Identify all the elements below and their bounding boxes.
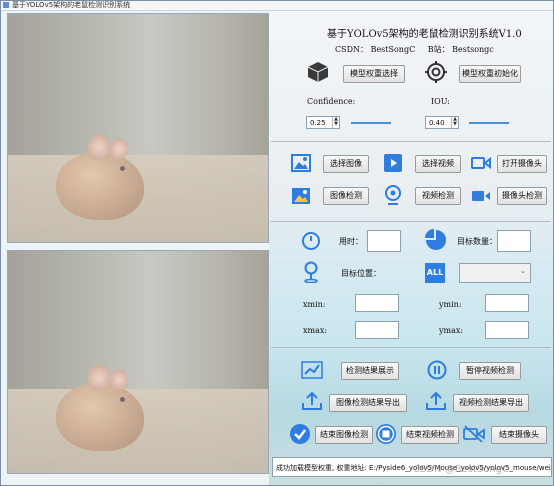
input-section — [271, 141, 551, 222]
video-camera-icon — [472, 191, 490, 201]
time-label: 用时： — [339, 237, 363, 246]
image-detect-icon — [292, 188, 310, 204]
count-field — [497, 230, 531, 252]
upload-icon — [426, 391, 446, 410]
export-image-results-button[interactable]: 图像检测结果导出 — [329, 394, 407, 412]
xmin-field — [355, 294, 399, 312]
show-results-button[interactable]: 检测结果展示 — [341, 362, 399, 380]
video-detect-button[interactable]: 视频检测 — [415, 187, 461, 205]
camera-detect-button[interactable]: 摄像头检测 — [497, 187, 547, 205]
chevron-down-icon: ⌄ — [520, 267, 526, 275]
settings-target-icon — [425, 61, 447, 83]
bilibili-value: Bestsongc — [452, 45, 494, 54]
spin-arrows[interactable]: ▲ ▼ — [451, 117, 458, 128]
result-image — [8, 251, 268, 473]
app-window: 基于YOLOv5架构的老鼠检测识别系统 基于YOLOv5架构的老鼠检测识别系统V… — [0, 0, 554, 486]
original-image — [8, 14, 268, 242]
ymax-label: ymax: — [439, 326, 464, 335]
status-bar: 成功加载模型权重, 权重地址: E:/Pyside6_yolov5/Mouse_… — [272, 457, 552, 477]
xmin-label: xmin: — [303, 300, 326, 309]
pie-chart-icon — [425, 229, 446, 250]
confidence-value: 0.25 — [310, 119, 326, 127]
camera-icon — [471, 156, 491, 170]
target-select[interactable]: ⌄ — [459, 263, 531, 283]
count-label: 目标数量： — [457, 237, 497, 246]
ymax-field — [485, 321, 529, 339]
ymin-label: ymin: — [439, 300, 462, 309]
iou-slider[interactable] — [469, 122, 509, 124]
bilibili-label: B站： — [427, 45, 450, 54]
stop-icon — [376, 424, 396, 444]
upload-icon — [302, 391, 322, 410]
select-image-button[interactable]: 选择图像 — [323, 155, 369, 173]
title-bar: 基于YOLOv5架构的老鼠检测识别系统 — [1, 1, 553, 11]
export-video-results-button[interactable]: 视频检测结果导出 — [453, 394, 529, 412]
app-heading: 基于YOLOv5架构的老鼠检测识别系统V1.0 — [327, 29, 522, 40]
confidence-label: Confidence: — [307, 97, 356, 106]
position-label: 目标位置： — [341, 269, 381, 278]
select-video-button[interactable]: 选择视频 — [415, 155, 461, 173]
iou-label: IOU: — [431, 97, 450, 106]
app-icon — [3, 2, 9, 8]
line-chart-icon — [301, 361, 323, 379]
pause-icon — [427, 360, 447, 380]
webcam-icon — [385, 185, 401, 205]
csdn-info: CSDN： BestSongC B站： Bestsongc — [335, 44, 494, 55]
end-image-detect-button[interactable]: 结束图像检测 — [315, 426, 373, 444]
window-title: 基于YOLOv5架构的老鼠检测识别系统 — [12, 1, 131, 9]
end-camera-button[interactable]: 结束摄像头 — [491, 426, 547, 444]
open-camera-button[interactable]: 打开摄像头 — [497, 155, 547, 173]
csdn-value: BestSongC — [370, 45, 416, 54]
control-panel: 基于YOLOv5架构的老鼠检测识别系统V1.0 CSDN： BestSongC … — [269, 11, 553, 485]
iou-spinbox[interactable]: 0.40 ▲ ▼ — [425, 116, 459, 129]
check-circle-icon — [290, 424, 310, 444]
pause-video-button[interactable]: 暂停视频检测 — [459, 362, 521, 380]
cube-icon — [307, 62, 329, 82]
iou-value: 0.40 — [429, 119, 445, 127]
ymin-field — [485, 294, 529, 312]
camera-off-icon — [463, 425, 485, 443]
xmax-field — [355, 321, 399, 339]
xmax-label: xmax: — [303, 326, 328, 335]
end-video-detect-button[interactable]: 结束视频检测 — [401, 426, 459, 444]
watermark: CSDN @BestSongC — [413, 464, 509, 475]
original-image-panel — [7, 13, 269, 243]
select-weights-button[interactable]: 模型权重选择 — [343, 65, 405, 83]
spin-arrows[interactable]: ▲ ▼ — [332, 117, 339, 128]
confidence-slider[interactable] — [351, 122, 391, 124]
csdn-label: CSDN： — [335, 45, 369, 54]
image-icon — [291, 154, 311, 172]
confidence-spinbox[interactable]: 0.25 ▲ ▼ — [306, 116, 340, 129]
location-pin-icon — [304, 261, 318, 283]
video-play-icon — [384, 154, 402, 172]
all-icon: ALL — [425, 263, 445, 283]
clock-icon — [302, 232, 320, 250]
init-weights-button[interactable]: 模型权重初始化 — [459, 65, 521, 83]
result-image-panel — [7, 250, 269, 474]
image-detect-button[interactable]: 图像检测 — [323, 187, 369, 205]
time-field — [367, 230, 401, 252]
